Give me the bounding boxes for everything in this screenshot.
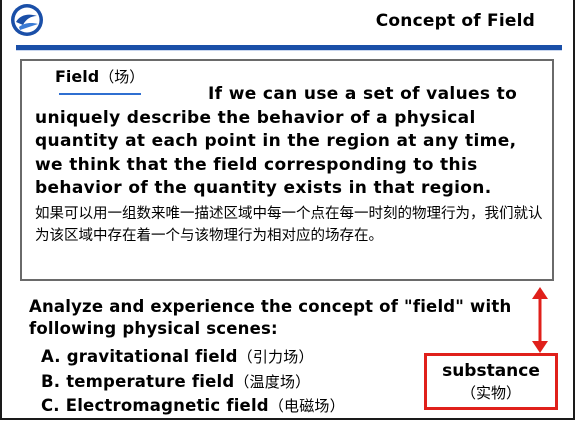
slide: Concept of Field Field（场） If we can use … xyxy=(0,0,575,420)
scene-list: A. gravitational field（引力场） B. temperatu… xyxy=(41,345,345,419)
definition-text-zh: 如果可以用一组数来唯一描述区域中每一个点在每一时刻的物理行为，我们就认为该区域中… xyxy=(35,206,543,244)
substance-box: substance （实物） xyxy=(424,353,558,410)
substance-zh: （实物） xyxy=(460,384,521,402)
analyze-prompt: Analyze and experience the concept of "f… xyxy=(29,297,512,338)
double-arrow-icon xyxy=(532,287,548,353)
title-divider xyxy=(16,45,562,51)
definition-box: Field（场） If we can use a set of values t… xyxy=(20,59,554,281)
slide-title: Concept of Field xyxy=(375,11,535,31)
definition-text-en: If we can use a set of values to uniquel… xyxy=(35,84,518,198)
list-item: A. gravitational field（引力场） xyxy=(41,347,314,366)
substance-label: substance xyxy=(442,361,540,381)
university-logo-icon xyxy=(11,4,43,36)
list-item: B. temperature field（温度场） xyxy=(41,371,311,391)
list-item: C. Electromagnetic field（电磁场） xyxy=(41,396,345,415)
